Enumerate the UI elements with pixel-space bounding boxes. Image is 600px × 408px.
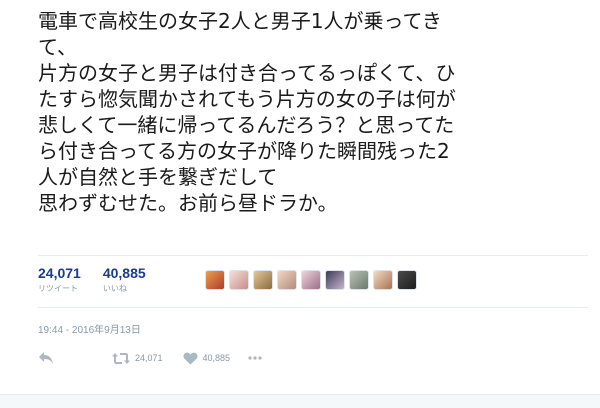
tweet-stats: 24,071 リツイート 40,885 いいね xyxy=(38,265,168,301)
avatar[interactable] xyxy=(373,270,393,290)
tweet-text-line: 片方の女子と男子は付き合ってるっぽくて、ひ xyxy=(38,61,456,85)
tweet-actions: 24,071 40,885 xyxy=(38,348,262,368)
retweet-stat[interactable]: 24,071 リツイート xyxy=(38,265,81,295)
more-button[interactable] xyxy=(248,356,262,360)
divider xyxy=(38,255,588,256)
reply-icon xyxy=(39,352,53,364)
tweet-text-line: 思わずむせた。お前ら昼ドラか。 xyxy=(38,191,338,215)
avatar[interactable] xyxy=(253,270,273,290)
tweet-text-line: ら付き合ってる方の女子が降りた瞬間残った2 xyxy=(38,139,450,163)
avatar[interactable] xyxy=(325,270,345,290)
tweet-text-line: 人が自然と手を繋ぎだして xyxy=(38,165,278,189)
like-count: 40,885 xyxy=(102,265,146,281)
tweet-timestamp[interactable]: 19:44 - 2016年9月13日 xyxy=(38,321,141,336)
like-button[interactable]: 40,885 xyxy=(183,352,231,365)
tweet-text: 電車で高校生の女子2人と男子1人が乗ってき て、 片方の女子と男子は付き合ってる… xyxy=(38,8,583,216)
tweet-text-line: 電車で高校生の女子2人と男子1人が乗ってき xyxy=(38,9,442,33)
heart-icon xyxy=(183,352,198,364)
divider xyxy=(38,307,588,308)
tweet-text-line: て、 xyxy=(38,35,77,59)
retweet-count: 24,071 xyxy=(38,265,81,281)
like-stat[interactable]: 40,885 いいね xyxy=(103,265,146,295)
like-action-count: 40,885 xyxy=(202,353,231,363)
avatar[interactable] xyxy=(205,270,225,290)
avatar[interactable] xyxy=(277,270,297,290)
retweet-button[interactable]: 24,071 xyxy=(112,352,163,365)
reply-button[interactable] xyxy=(38,351,54,365)
retweet-label: リツイート xyxy=(38,284,78,293)
liker-avatars xyxy=(205,270,421,290)
retweet-icon xyxy=(112,352,130,364)
avatar[interactable] xyxy=(301,270,321,290)
footer-band xyxy=(0,394,600,408)
tweet-text-line: たすら惚気聞かされてもう片方の女の子は何が xyxy=(38,87,456,111)
avatar[interactable] xyxy=(229,270,249,290)
retweet-action-count: 24,071 xyxy=(135,353,163,363)
more-icon xyxy=(248,356,262,360)
like-label: いいね xyxy=(102,284,127,293)
avatar[interactable] xyxy=(397,270,417,290)
tweet-text-line: 悲しくて一緒に帰ってるんだろう？と思ってた xyxy=(38,113,455,137)
avatar[interactable] xyxy=(349,270,369,290)
